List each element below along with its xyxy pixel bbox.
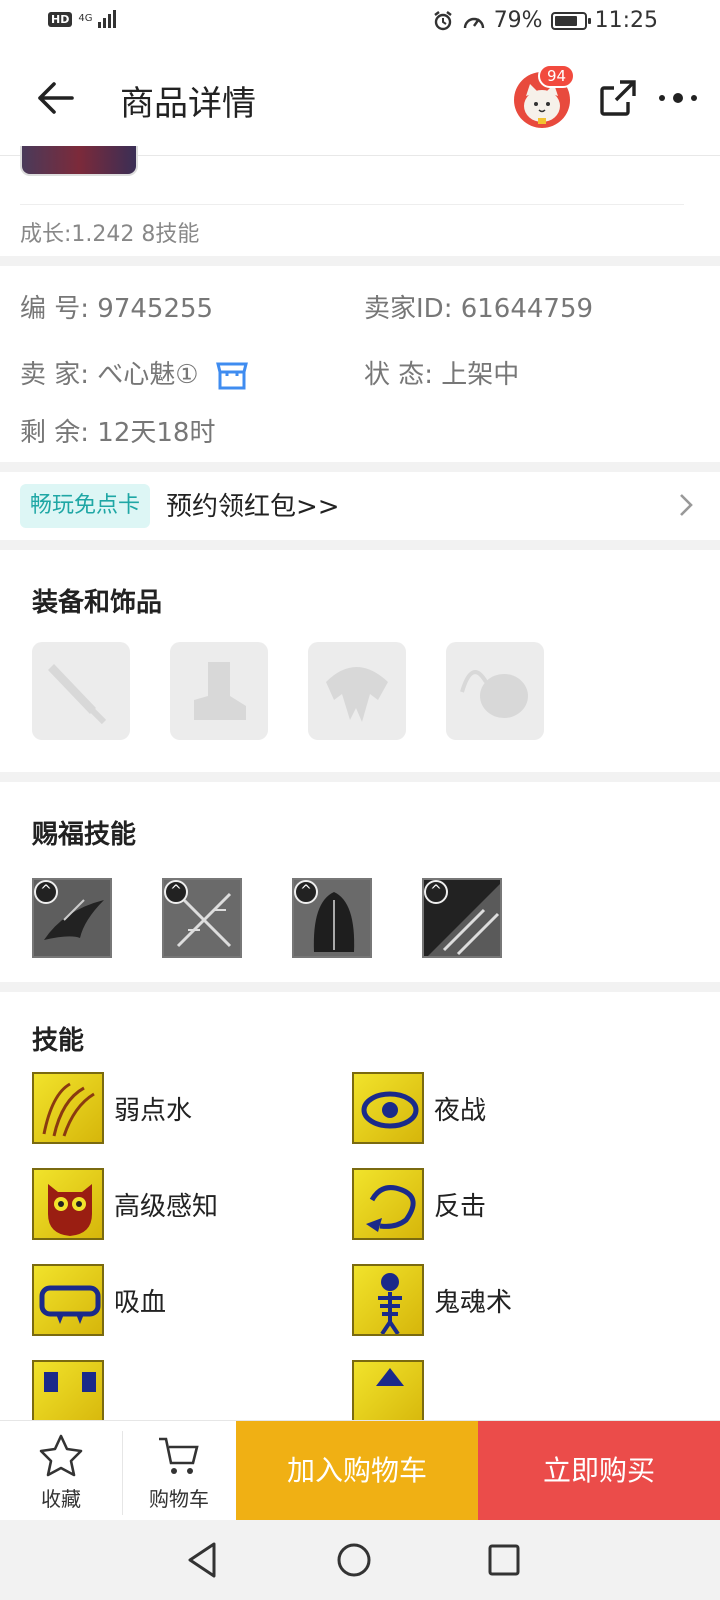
listing-id: 编 号: 9745255 (20, 288, 213, 325)
growth-text: 成长:1.242 8技能 (20, 222, 200, 247)
status-value: 上架中 (441, 360, 520, 390)
weakness-water-icon (42, 1082, 95, 1137)
skill-partial-icon (376, 1368, 404, 1386)
skill-name: 鬼魂术 (434, 1288, 513, 1318)
battery-percent: 79% (493, 8, 543, 33)
blessing-hooded[interactable]: ^ (292, 878, 372, 958)
skill-partial-icon (44, 1372, 96, 1392)
action-bar: 收藏 购物车 加入购物车 立即购买 (0, 1420, 720, 1521)
notification-badge: 94 (538, 64, 576, 88)
upgrade-icon: ^ (164, 880, 188, 904)
skill-icon-advanced-perception[interactable] (32, 1168, 104, 1240)
boots-slot[interactable] (170, 642, 268, 740)
listing-id-label: 编 号: (20, 294, 90, 324)
summary-card: 成长:1.242 8技能 (0, 146, 720, 256)
listing-id-value: 9745255 (97, 294, 214, 324)
remaining-time: 剩 余: 12天18时 (20, 412, 215, 449)
skill-icon-lifesteal[interactable] (32, 1264, 104, 1336)
skill-icon-ghost-art[interactable] (352, 1264, 424, 1336)
skills-title: 技能 (32, 1026, 85, 1056)
divider (20, 204, 684, 205)
equipment-section: 装备和饰品 (0, 550, 720, 772)
status-bar: HD 4G 79% 11:25 (0, 0, 720, 46)
owl-icon (48, 1184, 92, 1236)
skeleton-icon (378, 1273, 402, 1334)
night-eye-icon (361, 1091, 419, 1129)
accessory-slot-icon (460, 670, 528, 718)
skill-name: 高级感知 (114, 1192, 219, 1222)
promo-banner[interactable]: 畅玩免点卡 预约领红包>> (0, 472, 720, 540)
skill-icon-partial[interactable] (32, 1360, 104, 1420)
upgrade-icon: ^ (294, 880, 318, 904)
seller-label: 卖 家: (20, 360, 90, 390)
seller-id-value: 61644759 (460, 294, 594, 324)
listing-status: 状 态: 上架中 (364, 354, 519, 391)
remaining-label: 剩 余: (20, 418, 90, 448)
clock: 11:25 (594, 8, 658, 33)
armor-slot[interactable] (308, 642, 406, 740)
page-title: 商品详情 (120, 84, 256, 124)
remaining-value: 12天18时 (97, 418, 216, 448)
armor-slot-icon (326, 667, 388, 722)
listing-info: 编 号: 9745255 卖家ID: 61644759 卖 家: べ心魅① 状 … (0, 266, 720, 462)
signal-icon (98, 10, 117, 28)
promo-tag: 畅玩免点卡 (20, 484, 151, 528)
alarm-icon (433, 10, 452, 30)
skill-name: 夜战 (434, 1096, 487, 1126)
share-icon[interactable] (598, 78, 638, 118)
skills-section: 技能 弱点水 夜战 高级感知 反击 吸血 鬼魂术 (0, 992, 720, 1420)
skill-icon-night-battle[interactable] (352, 1072, 424, 1144)
boots-slot-icon (194, 662, 246, 720)
blessing-eagle[interactable]: ^ (32, 878, 112, 958)
shopping-cart-icon (159, 1437, 199, 1474)
hd-badge: HD (48, 11, 73, 27)
fangs-icon (39, 1285, 101, 1324)
nav-recents-icon[interactable] (482, 1538, 526, 1582)
back-arrow-icon[interactable] (34, 76, 78, 120)
star-icon (39, 1434, 83, 1477)
cart-button[interactable]: 购物车 (122, 1421, 236, 1521)
battery-icon (550, 11, 591, 30)
skill-icon-partial[interactable] (352, 1360, 424, 1420)
chevron-right-icon (680, 494, 693, 516)
buy-now-button[interactable]: 立即购买 (478, 1421, 720, 1521)
nav-home-icon[interactable] (332, 1538, 376, 1582)
blessing-dual-sword[interactable]: ^ (162, 878, 242, 958)
more-options-icon[interactable] (656, 86, 700, 110)
seller-value: べ心魅① (97, 360, 199, 390)
blessing-section: 赐福技能 ^ ^ ^ ^ (0, 782, 720, 982)
blessing-arrow-strike[interactable]: ^ (422, 878, 502, 958)
upgrade-icon: ^ (34, 880, 58, 904)
network-indicators: HD 4G (48, 10, 117, 28)
speed-icon (463, 17, 484, 28)
favorite-label: 收藏 (41, 1487, 81, 1511)
weapon-slot[interactable] (32, 642, 130, 740)
nav-back-icon[interactable] (182, 1538, 226, 1582)
blessing-title: 赐福技能 (32, 820, 137, 850)
skill-icon-weakness-water[interactable] (32, 1072, 104, 1144)
seller-id-label: 卖家ID: (364, 294, 453, 324)
skill-name: 反击 (434, 1192, 487, 1222)
shop-icon[interactable] (215, 360, 249, 392)
system-nav-bar (0, 1520, 720, 1600)
upgrade-icon: ^ (424, 880, 448, 904)
favorite-button[interactable]: 收藏 (0, 1421, 122, 1521)
cart-label: 购物车 (149, 1487, 209, 1511)
app-header: 商品详情 94 (0, 46, 720, 156)
skill-name: 弱点水 (114, 1096, 193, 1126)
character-thumbnail (20, 146, 138, 176)
weapon-slot-icon (48, 664, 107, 725)
skill-icon-counterattack[interactable] (352, 1168, 424, 1240)
system-indicators: 79% 11:25 (432, 8, 658, 33)
status-label: 状 态: (364, 360, 434, 390)
add-to-cart-button[interactable]: 加入购物车 (236, 1421, 478, 1521)
network-type: 4G (78, 13, 93, 24)
counter-arrow-icon (366, 1185, 416, 1232)
skill-name: 吸血 (114, 1288, 167, 1318)
accessory-slot[interactable] (446, 642, 544, 740)
equipment-title: 装备和饰品 (32, 588, 163, 618)
seller-id: 卖家ID: 61644759 (364, 288, 593, 325)
promo-text: 预约领红包>> (166, 492, 340, 522)
seller: 卖 家: べ心魅① (20, 354, 249, 392)
